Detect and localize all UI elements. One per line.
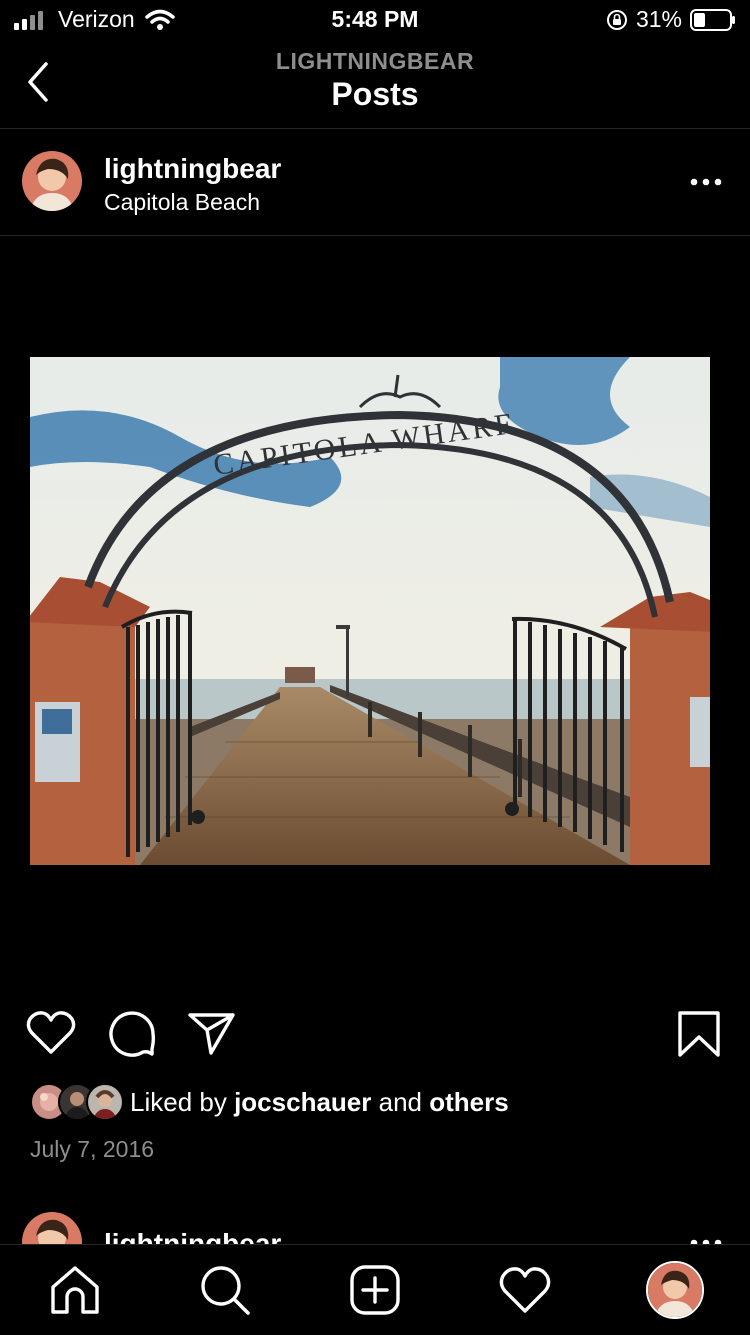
battery-percent: 31% bbox=[635, 6, 682, 32]
likes-row[interactable]: Liked by jocschauer and others bbox=[30, 1083, 509, 1121]
heart-icon[interactable] bbox=[26, 1010, 76, 1056]
avatar[interactable] bbox=[22, 1212, 82, 1244]
avatar[interactable] bbox=[22, 151, 82, 211]
liked-by-prefix: Liked by bbox=[130, 1086, 227, 1117]
liked-by-others[interactable]: others bbox=[429, 1087, 508, 1117]
next-post-username[interactable]: lightningbear bbox=[104, 1228, 281, 1244]
liked-by-text: Liked by jocschauer and others bbox=[130, 1087, 509, 1118]
nav-subtitle: LIGHTNINGBEAR bbox=[275, 48, 475, 74]
liker-avatars bbox=[30, 1083, 124, 1121]
liked-by-and: and bbox=[378, 1086, 422, 1117]
home-icon[interactable] bbox=[48, 1263, 102, 1317]
new-post-icon[interactable] bbox=[348, 1263, 402, 1317]
next-post-header: lightningbear bbox=[0, 1206, 750, 1244]
share-icon[interactable] bbox=[187, 1010, 237, 1056]
liker-avatar bbox=[86, 1083, 124, 1121]
status-bar: Verizon 5:48 PM 31% bbox=[0, 0, 750, 40]
liked-by-user[interactable]: jocschauer bbox=[234, 1087, 371, 1117]
comment-icon[interactable] bbox=[107, 1010, 157, 1058]
tab-bar bbox=[0, 1244, 750, 1335]
search-icon[interactable] bbox=[198, 1263, 252, 1317]
more-options-icon[interactable] bbox=[690, 178, 722, 186]
post-date: July 7, 2016 bbox=[30, 1136, 155, 1162]
bookmark-icon[interactable] bbox=[677, 1010, 721, 1058]
post-photo[interactable]: CAPITOLA WHARF bbox=[30, 357, 710, 865]
battery-icon bbox=[690, 8, 735, 31]
status-right: 31% bbox=[606, 6, 736, 33]
post-header: lightningbear Capitola Beach bbox=[0, 129, 750, 236]
post-username[interactable]: lightningbear bbox=[104, 153, 281, 185]
post-location[interactable]: Capitola Beach bbox=[104, 189, 260, 216]
profile-avatar[interactable] bbox=[646, 1261, 704, 1319]
nav-bar: LIGHTNINGBEAR Posts bbox=[0, 40, 750, 129]
page-title: Posts bbox=[331, 76, 419, 112]
orientation-lock-icon bbox=[606, 9, 627, 30]
activity-icon[interactable] bbox=[498, 1263, 552, 1317]
